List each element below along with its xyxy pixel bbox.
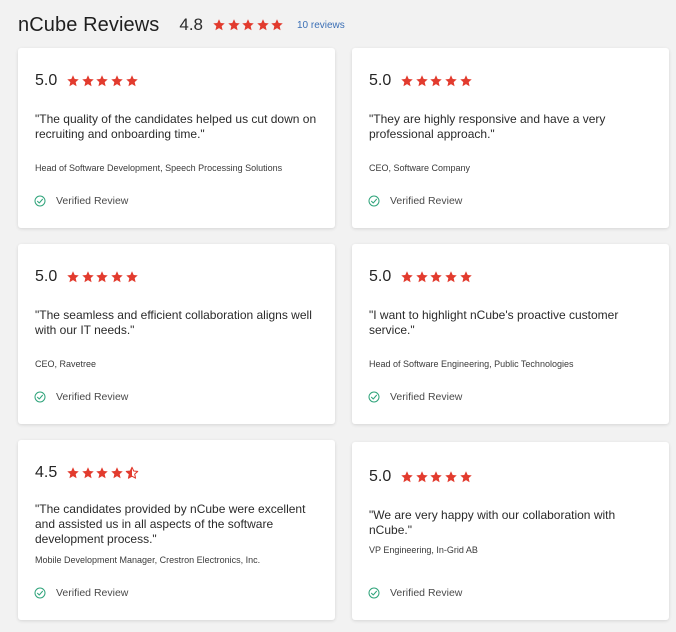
review-stars (66, 74, 139, 88)
star-icon (96, 467, 109, 479)
verified-badge: Verified Review (368, 195, 462, 207)
star-icon (96, 271, 109, 283)
review-score: 5.0 (369, 468, 392, 485)
reviews-count-link[interactable]: 10 reviews (297, 20, 345, 31)
page-title: nCube Reviews (18, 13, 160, 36)
star-icon (111, 271, 123, 283)
star-icon (416, 75, 428, 87)
review-stars (66, 466, 139, 480)
review-card: 5.0 "I want to highlight nCube's proacti… (352, 244, 669, 424)
overall-stars (212, 18, 285, 32)
overall-score: 4.8 (179, 15, 204, 34)
review-author: CEO, Software Company (369, 163, 471, 173)
check-circle-icon (34, 587, 51, 599)
review-rating: 5.0 (369, 268, 473, 286)
star-icon (445, 75, 457, 87)
review-quote: "They are highly responsive and have a v… (369, 112, 606, 141)
review-score: 5.0 (35, 268, 58, 285)
star-icon (82, 271, 94, 283)
star-icon (459, 75, 472, 87)
review-author: Head of Software Engineering, Public Tec… (369, 359, 574, 369)
star-icon (242, 19, 254, 31)
star-icon (430, 271, 443, 283)
star-icon (213, 19, 225, 31)
star-icon (430, 471, 443, 483)
star-icon (257, 19, 269, 31)
review-card: 5.0 "They are highly responsive and have… (352, 48, 669, 228)
review-card: 4.5 "The candidates provided by nCube we… (18, 440, 335, 620)
verified-badge: Verified Review (34, 587, 128, 599)
review-quote: "I want to highlight nCube's proactive c… (369, 308, 619, 337)
star-icon (82, 75, 94, 87)
review-score: 5.0 (369, 268, 392, 285)
star-icon (125, 271, 138, 283)
review-quote: "The candidates provided by nCube were e… (35, 502, 306, 546)
review-rating: 4.5 (35, 464, 139, 482)
verified-label: Verified Review (390, 587, 463, 599)
review-quote: "The quality of the candidates helped us… (35, 112, 317, 141)
review-rating: 5.0 (369, 468, 473, 486)
review-author: Mobile Development Manager, Crestron Ele… (35, 555, 261, 565)
star-icon (125, 75, 138, 87)
verified-badge: Verified Review (368, 587, 462, 599)
review-author: Head of Software Development, Speech Pro… (35, 163, 283, 173)
star-icon (401, 271, 413, 283)
review-stars (400, 74, 473, 88)
review-score: 4.5 (35, 464, 58, 481)
review-stars (66, 270, 139, 284)
star-icon (401, 75, 413, 87)
check-circle-icon (34, 195, 51, 207)
check-circle-icon (368, 587, 385, 599)
verified-badge: Verified Review (34, 195, 128, 207)
check-circle-icon (368, 195, 385, 207)
review-card: 5.0 "The quality of the candidates helpe… (18, 48, 335, 228)
review-stars (400, 270, 473, 284)
review-quote: "We are very happy with our collaboratio… (369, 508, 616, 537)
review-card: 5.0 "We are very happy with our collabor… (352, 442, 669, 620)
check-circle-icon (34, 391, 51, 403)
review-card: 5.0 "The seamless and efficient collabor… (18, 244, 335, 424)
star-icon (430, 75, 443, 87)
star-icon (111, 467, 123, 479)
review-quote: "The seamless and efficient collaboratio… (35, 308, 312, 337)
verified-label: Verified Review (56, 587, 129, 599)
verified-label: Verified Review (56, 195, 129, 207)
star-icon (416, 471, 428, 483)
star-icon (459, 471, 472, 483)
star-icon (67, 271, 79, 283)
star-icon (445, 271, 457, 283)
star-icon (416, 271, 428, 283)
review-rating: 5.0 (369, 72, 473, 90)
star-icon (67, 467, 79, 479)
half-star-icon (125, 466, 138, 479)
star-icon (401, 471, 413, 483)
verified-badge: Verified Review (368, 391, 462, 403)
verified-label: Verified Review (390, 195, 463, 207)
star-icon (111, 75, 123, 87)
review-rating: 5.0 (35, 268, 139, 286)
review-author: CEO, Ravetree (35, 359, 97, 369)
review-score: 5.0 (35, 72, 58, 89)
star-icon (82, 467, 94, 479)
star-icon (271, 19, 284, 31)
verified-label: Verified Review (390, 391, 463, 403)
star-icon (459, 271, 472, 283)
star-icon (96, 75, 109, 87)
review-author: VP Engineering, In-Grid AB (369, 545, 478, 555)
review-stars (400, 470, 473, 484)
star-icon (67, 75, 79, 87)
reviews-header: nCube Reviews 4.8 10 reviews (18, 10, 345, 40)
review-rating: 5.0 (35, 72, 139, 90)
check-circle-icon (368, 391, 385, 403)
review-score: 5.0 (369, 72, 392, 89)
star-icon (445, 471, 457, 483)
verified-badge: Verified Review (34, 391, 128, 403)
verified-label: Verified Review (56, 391, 129, 403)
star-icon (227, 19, 240, 31)
